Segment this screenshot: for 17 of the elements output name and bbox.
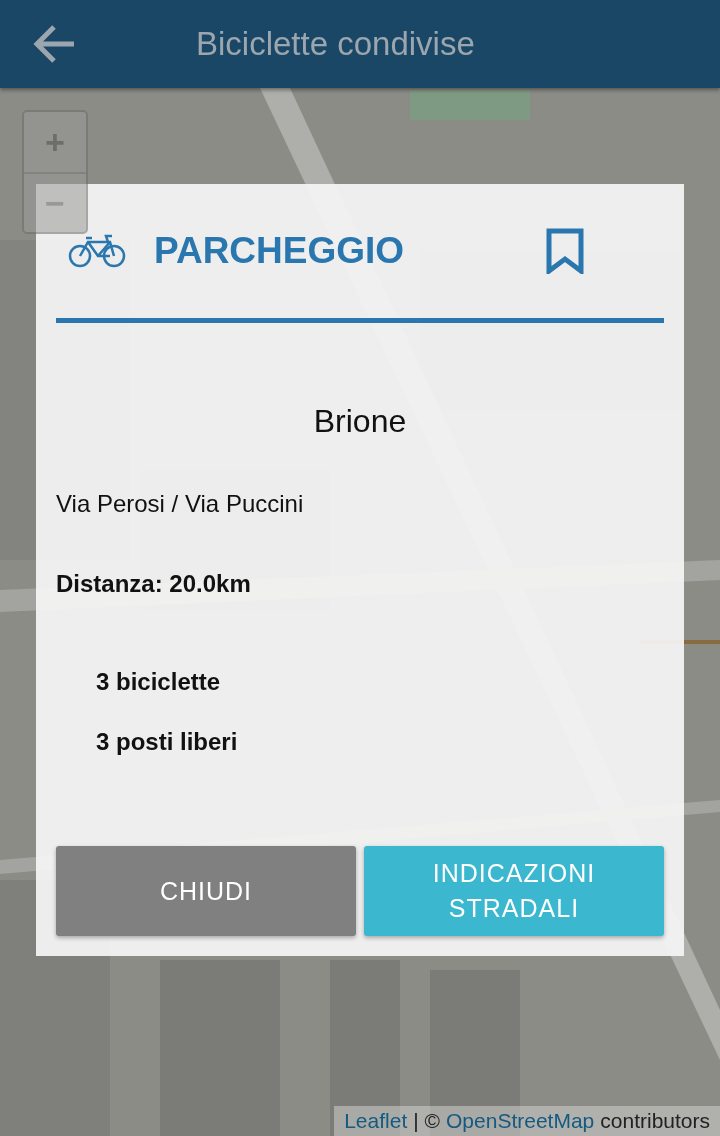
availability-text: 3 biciclette	[96, 668, 222, 696]
station-name: Brione	[312, 403, 408, 440]
bookmark-icon[interactable]	[546, 228, 584, 274]
zoom-in-button[interactable]: +	[24, 112, 86, 172]
openstreetmap-link[interactable]: OpenStreetMap	[446, 1109, 595, 1133]
leaflet-link[interactable]: Leaflet	[344, 1109, 408, 1133]
dialog-title: PARCHEGGIO	[154, 230, 406, 272]
attribution-text: contributors	[600, 1109, 710, 1133]
attribution-separator: | ©	[413, 1109, 440, 1133]
close-button[interactable]: CHIUDI	[56, 846, 356, 936]
app-bar-title: Biciclette condivise	[196, 25, 475, 63]
back-arrow-icon[interactable]	[32, 24, 76, 64]
directions-button[interactable]: INDICAZIONI STRADALI	[364, 846, 664, 936]
distance-text: Distanza: 20.0km	[56, 570, 252, 598]
bicycle-icon	[68, 234, 126, 268]
availability-text: 3 posti liberi	[96, 728, 239, 756]
station-address: Via Perosi / Via Puccini	[56, 490, 305, 518]
